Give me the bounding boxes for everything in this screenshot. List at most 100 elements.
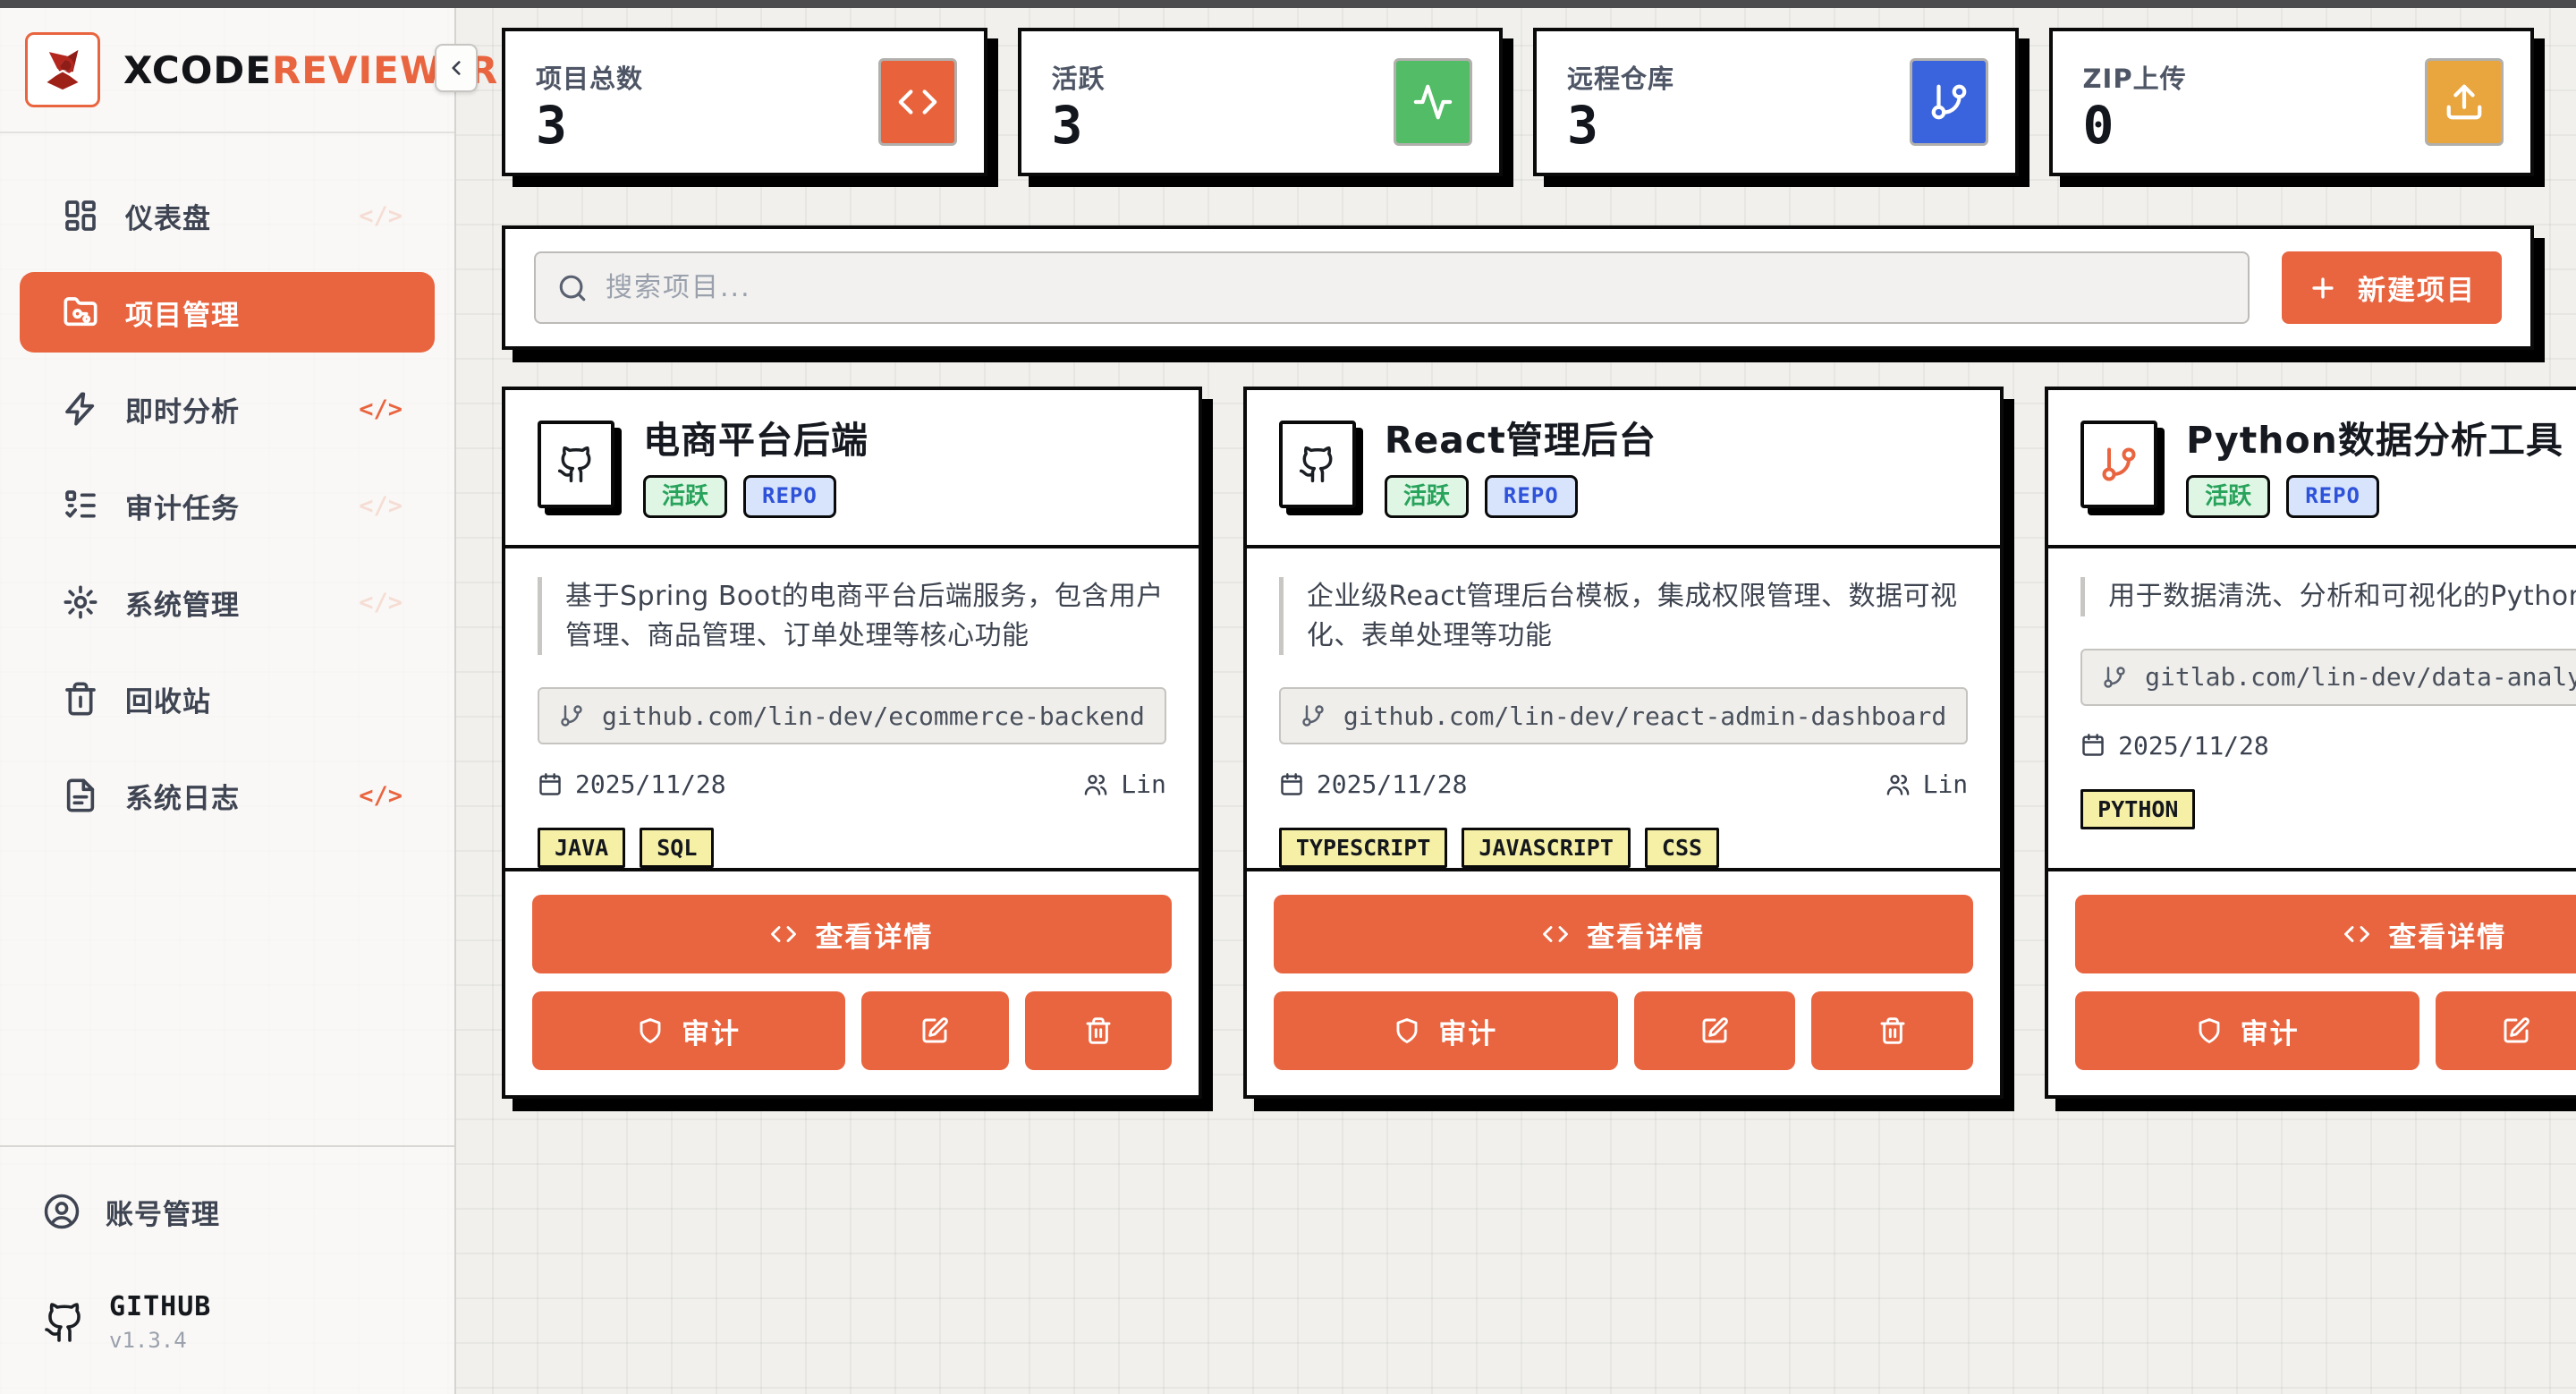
project-card-ecommerce-backend: 电商平台后端 活跃 REPO 基于Spring Boot的电商平台后端服务，包含… xyxy=(502,387,1202,1099)
audit-button[interactable]: 审计 xyxy=(2075,991,2419,1070)
zap-icon xyxy=(63,391,98,427)
sidebar-item-label: 即时分析 xyxy=(125,389,240,429)
search-input[interactable] xyxy=(534,251,2250,324)
stat-card-active: 活跃 3 xyxy=(1018,28,1504,176)
project-title: React管理后台 xyxy=(1385,421,1657,461)
delete-button[interactable] xyxy=(1025,991,1172,1070)
calendar-icon xyxy=(538,772,563,797)
audit-label: 审计 xyxy=(1438,1011,1497,1051)
language-tag: PYTHON xyxy=(2080,789,2195,829)
account-label: 账号管理 xyxy=(106,1192,220,1232)
sidebar-item-instant-analysis[interactable]: 即时分析 </> xyxy=(20,369,435,449)
repo-url-box: github.com/lin-dev/react-admin-dashboard xyxy=(1279,687,1968,744)
edit-button[interactable] xyxy=(1634,991,1796,1070)
users-icon xyxy=(1083,772,1108,797)
list-checks-icon xyxy=(63,488,98,523)
sidebar-item-projects[interactable]: 项目管理 xyxy=(20,272,435,353)
shield-icon xyxy=(2196,1017,2223,1044)
view-details-button[interactable]: 查看详情 xyxy=(2075,895,2576,973)
language-tag: SQL xyxy=(640,828,714,868)
project-owner: Lin xyxy=(1121,769,1166,799)
project-title: Python数据分析工具 xyxy=(2186,421,2563,461)
user-circle-icon xyxy=(43,1193,80,1230)
project-description: 基于Spring Boot的电商平台后端服务，包含用户管理、商品管理、订单处理等… xyxy=(538,577,1166,655)
git-branch-icon xyxy=(2102,665,2127,690)
sidebar-item-dashboard[interactable]: 仪表盘 </> xyxy=(20,175,435,256)
shield-icon xyxy=(1394,1017,1420,1044)
secondary-actions: 审计 xyxy=(532,991,1172,1070)
project-meta: 2025/11/28 Lin xyxy=(2080,731,2576,761)
audit-button[interactable]: 审计 xyxy=(1274,991,1618,1070)
upload-icon xyxy=(2425,58,2504,146)
audit-button[interactable]: 审计 xyxy=(532,991,845,1070)
github-icon xyxy=(1298,445,1337,484)
main-content: 项目总数 3 活跃 3 远程仓库 3 ZIP上传 0 xyxy=(502,28,2534,1099)
sidebar-item-system-logs[interactable]: 系统日志 </> xyxy=(20,755,435,836)
repo-url: gitlab.com/lin-dev/data-analysis-toolkit xyxy=(2145,662,2576,692)
code-marker: </> xyxy=(359,589,402,616)
git-branch-icon xyxy=(2099,445,2139,484)
project-actions: 查看详情 审计 xyxy=(2048,868,2576,1095)
sidebar-collapse-button[interactable] xyxy=(435,44,478,92)
edit-button[interactable] xyxy=(2436,991,2576,1070)
integration-version: v1.3.4 xyxy=(109,1328,211,1353)
code-icon xyxy=(878,58,957,146)
edit-button[interactable] xyxy=(861,991,1008,1070)
project-body: 用于数据清洗、分析和可视化的Python工具集 gitlab.com/lin-d… xyxy=(2048,548,2576,868)
app-logo xyxy=(25,32,100,107)
project-body: 企业级React管理后台模板，集成权限管理、数据可视化、表单处理等功能 gith… xyxy=(1247,548,2000,868)
project-owner: Lin xyxy=(1923,769,1969,799)
stat-card-zip-uploads: ZIP上传 0 xyxy=(2049,28,2535,176)
integration-info: GITHUB v1.3.4 xyxy=(43,1291,435,1353)
stat-card-remote-repos: 远程仓库 3 xyxy=(1533,28,2019,176)
brand-header: XCODEREVIEWER xyxy=(0,8,454,133)
project-date: 2025/11/28 xyxy=(2118,731,2269,761)
badge-row: 活跃 REPO xyxy=(643,475,869,518)
new-project-button[interactable]: 新建项目 xyxy=(2282,251,2502,324)
language-tag: JAVA xyxy=(538,828,625,868)
code-marker: </> xyxy=(359,492,402,520)
project-header: Python数据分析工具 活跃 REPO xyxy=(2048,390,2576,548)
view-details-button[interactable]: 查看详情 xyxy=(1274,895,1973,973)
type-badge: REPO xyxy=(2286,475,2379,518)
status-badge: 活跃 xyxy=(2186,475,2270,518)
project-description: 企业级React管理后台模板，集成权限管理、数据可视化、表单处理等功能 xyxy=(1279,577,1968,655)
integration-meta: GITHUB v1.3.4 xyxy=(109,1291,211,1353)
tag-row: JAVA SQL xyxy=(538,828,1166,868)
repo-url: github.com/lin-dev/ecommerce-backend xyxy=(602,701,1145,731)
search-field-wrap xyxy=(534,251,2250,324)
git-branch-icon xyxy=(559,703,584,728)
sidebar: XCODEREVIEWER 仪表盘 </> 项目管理 即时分析 </> xyxy=(0,8,456,1394)
dashboard-icon xyxy=(63,198,98,234)
sidebar-item-system-admin[interactable]: 系统管理 </> xyxy=(20,562,435,642)
code-marker: </> xyxy=(359,395,402,423)
view-details-button[interactable]: 查看详情 xyxy=(532,895,1172,973)
github-icon xyxy=(556,445,596,484)
tag-row: TYPESCRIPT JAVASCRIPT CSS xyxy=(1279,828,1968,868)
status-badge: 活跃 xyxy=(643,475,727,518)
project-date: 2025/11/28 xyxy=(575,769,726,799)
sidebar-nav: 仪表盘 </> 项目管理 即时分析 </> 审计任务 </> xyxy=(0,133,454,836)
sidebar-item-recycle-bin[interactable]: 回收站 xyxy=(20,659,435,739)
project-card-react-admin: React管理后台 活跃 REPO 企业级React管理后台模板，集成权限管理、… xyxy=(1243,387,2004,1099)
status-badge: 活跃 xyxy=(1385,475,1469,518)
sidebar-item-audit-tasks[interactable]: 审计任务 </> xyxy=(20,465,435,546)
code-icon xyxy=(2343,921,2370,948)
repo-source-box xyxy=(538,421,614,508)
git-branch-icon xyxy=(1910,58,1988,146)
project-meta: 2025/11/28 Lin xyxy=(538,769,1166,799)
sidebar-item-account[interactable]: 账号管理 xyxy=(20,1171,435,1252)
project-header: 电商平台后端 活跃 REPO xyxy=(505,390,1199,548)
activity-icon xyxy=(1394,58,1472,146)
github-icon xyxy=(43,1301,86,1344)
date-meta: 2025/11/28 xyxy=(2080,731,2269,761)
sidebar-item-label: 仪表盘 xyxy=(125,196,211,236)
edit-icon xyxy=(920,1016,949,1045)
sidebar-item-label: 审计任务 xyxy=(125,486,240,526)
folder-git-icon xyxy=(63,294,98,330)
sidebar-item-label: 项目管理 xyxy=(125,293,240,333)
delete-button[interactable] xyxy=(1811,991,1973,1070)
date-meta: 2025/11/28 xyxy=(1279,769,1468,799)
project-heading: React管理后台 活跃 REPO xyxy=(1385,421,1657,518)
sidebar-item-label: 系统日志 xyxy=(125,776,240,816)
